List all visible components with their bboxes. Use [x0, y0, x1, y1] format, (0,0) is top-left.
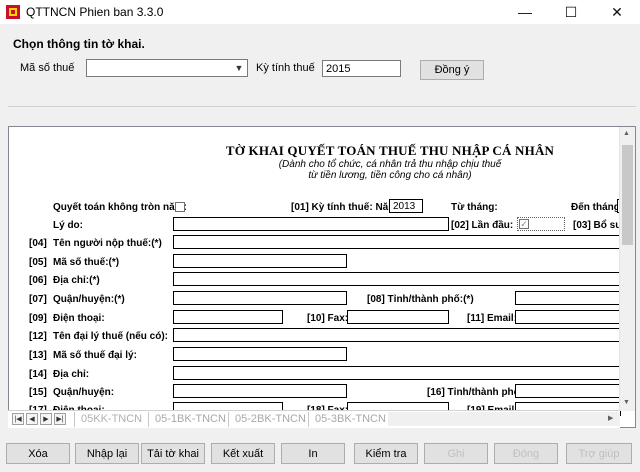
email-input[interactable]: [515, 310, 621, 324]
period-field-input[interactable]: [389, 199, 423, 213]
tab-05-1bk[interactable]: 05-1BK-TNCN: [148, 412, 232, 427]
period-field-label: [01] Kỳ tính thuế: Năm: [291, 202, 398, 213]
agent-address-label: Địa chỉ:: [53, 369, 90, 380]
agent-district-label: Quận/huyện:: [53, 387, 115, 398]
agent-address-input[interactable]: [173, 366, 621, 380]
address-label: Địa chỉ:(*): [53, 275, 100, 286]
fax-label: [10] Fax:: [307, 313, 349, 324]
form-subtitle-1: (Dành cho tổ chức, cá nhân trả thu nhập …: [278, 159, 502, 170]
phone-label: Điện thoại:: [53, 313, 105, 324]
scroll-thumb[interactable]: [622, 145, 633, 245]
agent-tax-id-label: Mã số thuế đại lý:: [53, 350, 137, 361]
form-title: TỜ KHAI QUYẾT TOÁN THUẾ THU NHẬP CÁ NHÂN: [225, 143, 555, 158]
province-input[interactable]: [515, 291, 621, 305]
period-input[interactable]: [322, 60, 401, 77]
field-14-code: [14]: [29, 369, 47, 380]
maximize-icon: ☐: [564, 3, 578, 20]
reenter-button[interactable]: Nhập lại: [75, 443, 139, 464]
taxpayer-name-label: Tên người nộp thuế:(*): [53, 238, 162, 249]
tax-id-field-input[interactable]: [173, 254, 347, 268]
close-icon: ✕: [611, 3, 623, 20]
province-label: [08] Tỉnh/thành phố:(*): [367, 294, 474, 305]
agent-name-input[interactable]: [173, 328, 621, 342]
save-button[interactable]: Ghi: [424, 443, 488, 464]
load-declaration-button[interactable]: Tải tờ khai: [141, 443, 205, 464]
declaration-document: TỜ KHAI QUYẾT TOÁN THUẾ THU NHẬP CÁ NHÂN…: [9, 127, 627, 416]
form-panel: TỜ KHAI QUYẾT TOÁN THUẾ THU NHẬP CÁ NHÂN…: [8, 126, 636, 428]
section-title: Chọn thông tin tờ khai.: [13, 37, 145, 51]
scroll-up-icon[interactable]: ▲: [623, 130, 630, 137]
last-tab-icon[interactable]: ▶|: [54, 413, 66, 425]
print-button[interactable]: In: [281, 443, 345, 464]
vertical-scrollbar[interactable]: ▲ ▼: [619, 127, 635, 411]
fax-input[interactable]: [347, 310, 449, 324]
tab-05kk[interactable]: 05KK-TNCN: [74, 412, 148, 427]
field-09-code: [09]: [29, 313, 47, 324]
chevron-down-icon[interactable]: ▼: [231, 60, 247, 76]
district-input[interactable]: [173, 291, 347, 305]
maximize-button[interactable]: ☐: [548, 0, 594, 24]
field-05-code: [05]: [29, 257, 47, 268]
agent-province-input[interactable]: [515, 384, 621, 398]
tax-id-field-label: Mã số thuế:(*): [53, 257, 120, 268]
help-button[interactable]: Trợ giúp: [566, 443, 632, 464]
next-tab-icon[interactable]: ▶: [40, 413, 52, 425]
district-label: Quận/huyện:(*): [53, 294, 125, 305]
tab-05-2bk[interactable]: 05-2BK-TNCN: [228, 412, 312, 427]
reason-label: Lý do:: [53, 220, 83, 231]
field-06-code: [06]: [29, 275, 47, 286]
field-15-code: [15]: [29, 387, 47, 398]
first-tab-icon[interactable]: |◀: [12, 413, 24, 425]
agent-name-label: Tên đại lý thuế (nếu có):: [53, 331, 169, 342]
agent-tax-id-input[interactable]: [173, 347, 347, 361]
not-full-year-checkbox[interactable]: [175, 202, 185, 212]
first-time-checkbox-area[interactable]: ✓: [517, 217, 565, 231]
tax-id-combobox[interactable]: ▼: [86, 59, 248, 77]
scroll-down-icon[interactable]: ▼: [623, 399, 630, 406]
title-bar: QTTNCN Phien ban 3.3.0 — ☐ ✕: [0, 0, 640, 24]
field-12-code: [12]: [29, 331, 47, 342]
field-04-code: [04]: [29, 238, 47, 249]
horizontal-scrollbar[interactable]: ▶: [388, 412, 620, 426]
tax-id-label: Mã số thuế: [20, 62, 75, 74]
app-icon: [6, 5, 20, 19]
email-label: [11] Email:: [467, 313, 518, 324]
to-month-label: Đến tháng:: [571, 202, 624, 213]
taxpayer-name-input[interactable]: [173, 235, 621, 249]
form-subtitle-2: từ tiền lương, tiền công cho cá nhân): [308, 170, 472, 181]
address-input[interactable]: [173, 272, 621, 286]
field-13-code: [13]: [29, 350, 47, 361]
minimize-icon: —: [518, 4, 532, 20]
phone-input[interactable]: [173, 310, 283, 324]
minimize-button[interactable]: —: [502, 0, 548, 24]
agent-district-input[interactable]: [173, 384, 347, 398]
divider: [8, 106, 636, 107]
window-title: QTTNCN Phien ban 3.3.0: [26, 5, 164, 19]
agent-province-label: [16] Tỉnh/thành phố:: [427, 387, 524, 398]
first-time-label: [02] Lần đầu:: [451, 220, 514, 231]
export-button[interactable]: Kết xuất: [211, 443, 275, 464]
confirm-button[interactable]: Đồng ý: [420, 60, 484, 80]
field-07-code: [07]: [29, 294, 47, 305]
tab-05-3bk[interactable]: 05-3BK-TNCN: [308, 412, 392, 427]
close-form-button[interactable]: Đóng: [494, 443, 558, 464]
scroll-right-icon[interactable]: ▶: [608, 414, 613, 422]
prev-tab-icon[interactable]: ◀: [26, 413, 38, 425]
reason-input[interactable]: [173, 217, 449, 231]
check-icon[interactable]: ✓: [519, 219, 529, 229]
check-button[interactable]: Kiểm tra: [354, 443, 418, 464]
period-label: Kỳ tính thuế: [256, 62, 315, 74]
delete-button[interactable]: Xóa: [6, 443, 70, 464]
not-full-year-label: Quyết toán không tròn năm:: [53, 202, 187, 213]
close-button[interactable]: ✕: [594, 0, 640, 24]
from-month-label: Từ tháng:: [451, 202, 498, 213]
